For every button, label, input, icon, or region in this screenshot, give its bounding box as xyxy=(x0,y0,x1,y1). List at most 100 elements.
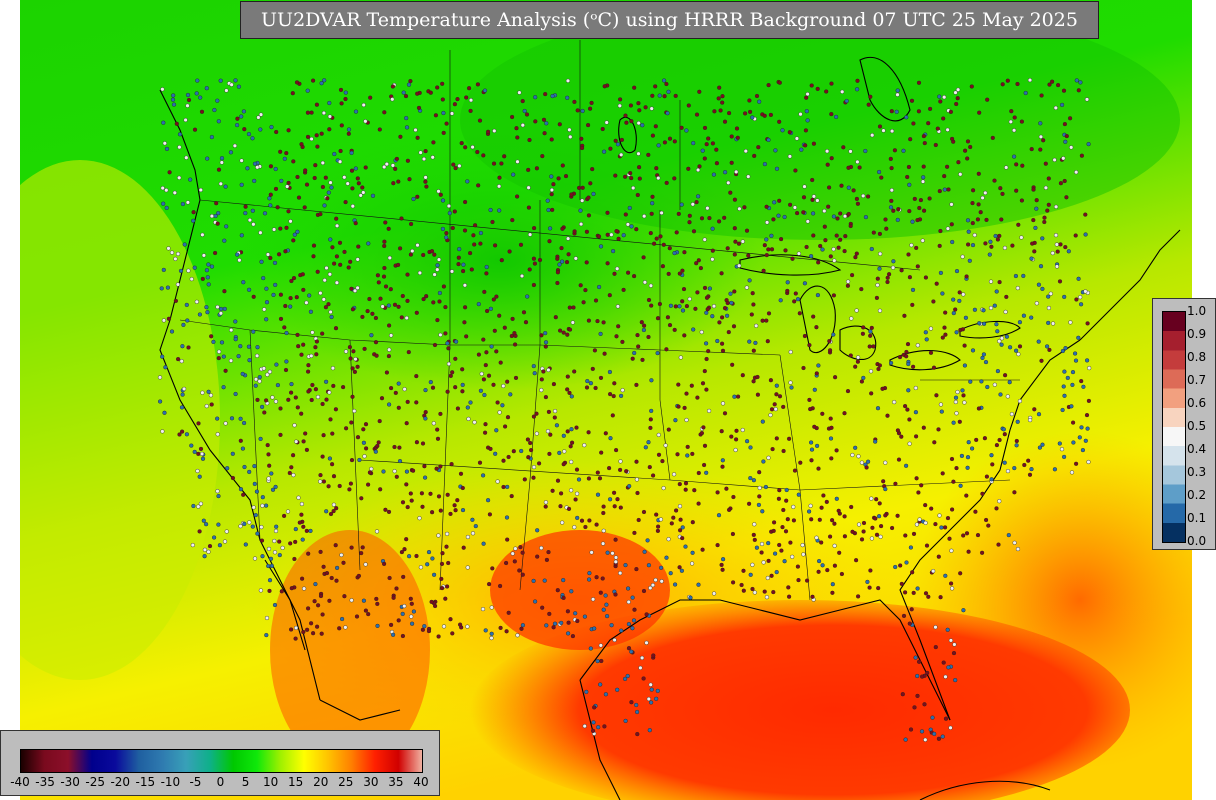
station-marker xyxy=(532,371,537,376)
station-marker xyxy=(995,237,1000,242)
station-marker xyxy=(328,237,333,242)
station-marker xyxy=(921,164,926,169)
station-marker xyxy=(255,353,260,358)
station-marker xyxy=(623,212,628,217)
station-marker xyxy=(1038,134,1043,139)
station-marker xyxy=(922,702,927,707)
station-marker xyxy=(440,81,445,86)
station-marker xyxy=(574,425,579,430)
station-marker xyxy=(312,175,317,181)
station-marker xyxy=(999,217,1004,222)
station-marker xyxy=(444,231,449,236)
station-marker xyxy=(222,539,228,544)
station-marker xyxy=(498,583,503,589)
station-marker xyxy=(264,632,269,638)
station-marker xyxy=(784,487,789,493)
station-marker xyxy=(656,143,661,148)
station-marker xyxy=(466,416,471,421)
station-marker xyxy=(907,441,912,446)
station-marker xyxy=(964,274,969,279)
station-marker xyxy=(478,241,483,246)
station-marker xyxy=(402,603,407,609)
station-marker xyxy=(796,577,801,583)
station-marker xyxy=(228,150,233,155)
station-marker xyxy=(478,230,483,236)
station-marker xyxy=(421,252,426,258)
station-marker xyxy=(834,496,839,501)
station-marker xyxy=(942,325,947,330)
station-marker xyxy=(532,599,538,604)
temperature-colorbar-tick: 40 xyxy=(413,775,429,789)
station-marker xyxy=(674,230,679,235)
station-marker xyxy=(641,676,646,681)
station-marker xyxy=(490,566,495,571)
station-marker xyxy=(777,488,782,493)
station-marker xyxy=(1040,286,1045,291)
station-marker xyxy=(555,280,560,286)
station-marker xyxy=(278,316,284,321)
station-marker xyxy=(1006,532,1011,538)
station-marker xyxy=(1029,147,1034,152)
station-marker xyxy=(649,378,654,383)
station-marker xyxy=(1013,348,1019,353)
station-marker xyxy=(631,185,636,191)
station-marker xyxy=(182,386,187,391)
station-marker xyxy=(517,568,522,573)
station-marker xyxy=(207,543,213,549)
station-marker xyxy=(1062,294,1067,299)
station-marker xyxy=(951,479,956,484)
station-marker xyxy=(549,187,554,193)
station-marker xyxy=(419,491,424,496)
station-marker xyxy=(489,631,494,636)
station-marker xyxy=(238,416,243,421)
station-marker xyxy=(676,382,681,387)
station-marker xyxy=(456,255,461,260)
station-marker xyxy=(945,627,950,632)
station-marker xyxy=(764,318,769,323)
station-marker xyxy=(260,503,265,508)
station-marker xyxy=(1046,305,1051,311)
station-marker xyxy=(771,528,776,533)
station-marker xyxy=(1040,442,1045,447)
station-marker xyxy=(919,729,925,734)
station-marker xyxy=(994,506,999,511)
station-marker xyxy=(343,96,348,102)
station-marker xyxy=(568,134,573,139)
station-marker xyxy=(241,280,246,285)
station-marker xyxy=(756,502,761,507)
station-marker xyxy=(619,152,624,157)
station-marker xyxy=(404,469,409,474)
station-marker xyxy=(229,416,235,421)
station-marker xyxy=(404,315,409,321)
station-marker xyxy=(653,84,658,89)
station-marker xyxy=(411,196,416,202)
station-marker xyxy=(483,430,488,435)
station-marker xyxy=(394,474,399,479)
station-marker xyxy=(979,379,984,384)
station-marker xyxy=(777,198,782,203)
station-marker xyxy=(534,166,539,171)
station-marker xyxy=(389,333,394,338)
station-marker xyxy=(895,513,900,518)
station-marker xyxy=(925,670,930,675)
station-marker xyxy=(185,103,190,108)
station-marker xyxy=(878,523,884,529)
station-marker xyxy=(656,176,661,181)
station-marker xyxy=(1031,218,1036,223)
station-marker xyxy=(479,371,484,376)
station-marker xyxy=(742,111,748,116)
station-marker xyxy=(288,541,293,546)
station-marker xyxy=(589,100,594,105)
station-marker xyxy=(1047,347,1052,352)
station-marker xyxy=(200,232,205,237)
station-marker xyxy=(284,225,289,230)
station-marker xyxy=(607,497,613,502)
station-marker xyxy=(940,734,945,739)
station-marker xyxy=(902,313,907,318)
station-marker xyxy=(655,688,660,693)
station-marker xyxy=(966,549,971,554)
station-marker xyxy=(617,97,623,102)
station-marker xyxy=(635,490,640,496)
station-marker xyxy=(435,427,440,432)
station-marker xyxy=(848,149,853,154)
